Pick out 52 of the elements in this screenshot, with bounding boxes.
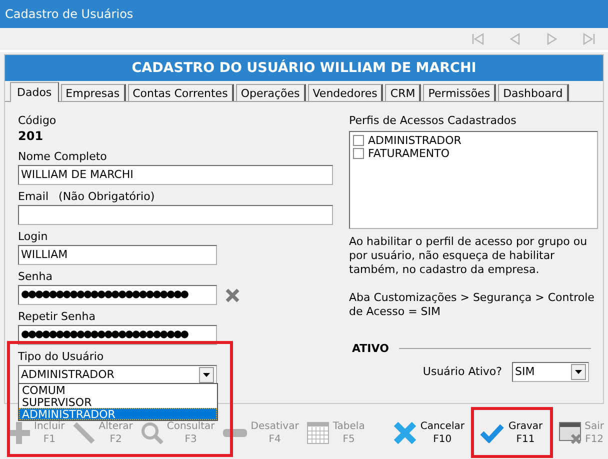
code-value: 201 (18, 128, 44, 145)
tab[interactable]: CRM (385, 84, 422, 101)
section-heading: ATIVO (352, 342, 389, 355)
checkbox-label: FATURAMENTO (368, 147, 450, 160)
search-icon (140, 422, 163, 444)
calendar-icon (306, 422, 329, 444)
triangle-icon (582, 32, 596, 46)
tab[interactable]: Dados (10, 82, 59, 102)
field-label: Email (18, 190, 49, 204)
field-label: Usuário Ativo? (422, 365, 502, 378)
plus-icon (8, 422, 30, 444)
toolbar-button[interactable]: Cancelar F10 (392, 419, 466, 447)
checkmark-icon (480, 423, 504, 443)
input-field[interactable] (18, 205, 333, 225)
field-label: Código (18, 114, 58, 128)
dropdown-field[interactable]: ADMINISTRADOR (18, 365, 217, 385)
clear-icon (224, 288, 241, 302)
field-label: Tipo do Usuário (18, 350, 105, 364)
field-label: Login (18, 230, 48, 244)
exit-icon (558, 422, 581, 444)
info-text: Ao habilitar o perfil de acesso por grupo ou por usuário, não esqueça de habilitar também, no cadastro da empresa. (349, 235, 588, 277)
dropdown-option[interactable]: ADMINISTRADOR (19, 408, 217, 420)
caret-icon (203, 373, 210, 377)
form-heading: CADASTRO DO USUÁRIO WILLIAM DE MARCHI (5, 55, 603, 81)
dropdown-option[interactable]: SUPERVISOR (19, 396, 217, 408)
input-field[interactable]: WILLIAM (18, 245, 217, 265)
tab[interactable]: Vendedores (308, 84, 384, 101)
tab[interactable]: Empresas (60, 84, 126, 101)
caret-icon (575, 370, 582, 374)
triangle-icon (471, 32, 485, 46)
tab[interactable]: Operações (236, 84, 306, 101)
field-note: (Não Obrigatório) (58, 190, 155, 204)
toolbar-button[interactable]: Gravar F11 (478, 419, 545, 447)
checkbox-label: ADMINISTRADOR (368, 134, 462, 147)
checkbox[interactable] (353, 148, 364, 159)
triangle-icon (508, 32, 522, 46)
tab[interactable]: Permissões (423, 84, 496, 101)
password-field[interactable]: ●●●●●●●●●●●●●●●●●●●●●●●● (18, 285, 217, 305)
field-label: Perfis de Acessos Cadastrados (349, 114, 518, 128)
close-icon (394, 422, 416, 444)
tab[interactable]: Dashboard (498, 84, 569, 101)
checkbox[interactable] (353, 135, 364, 146)
tab[interactable]: Contas Correntes (128, 84, 234, 101)
field-label: Nome Completo (18, 150, 107, 164)
triangle-icon (545, 32, 559, 46)
field-label: Repetir Senha (18, 310, 96, 324)
field-label: Senha (18, 270, 52, 284)
input-field[interactable]: WILLIAM DE MARCHI (18, 165, 333, 185)
info-text: Aba Customizações > Segurança > Controle de Acesso = SIM (349, 291, 596, 319)
window-title: Cadastro de Usuários (0, 0, 608, 28)
dropdown-option[interactable]: COMUM (19, 384, 217, 396)
dropdown-field[interactable]: SIM (512, 362, 589, 382)
